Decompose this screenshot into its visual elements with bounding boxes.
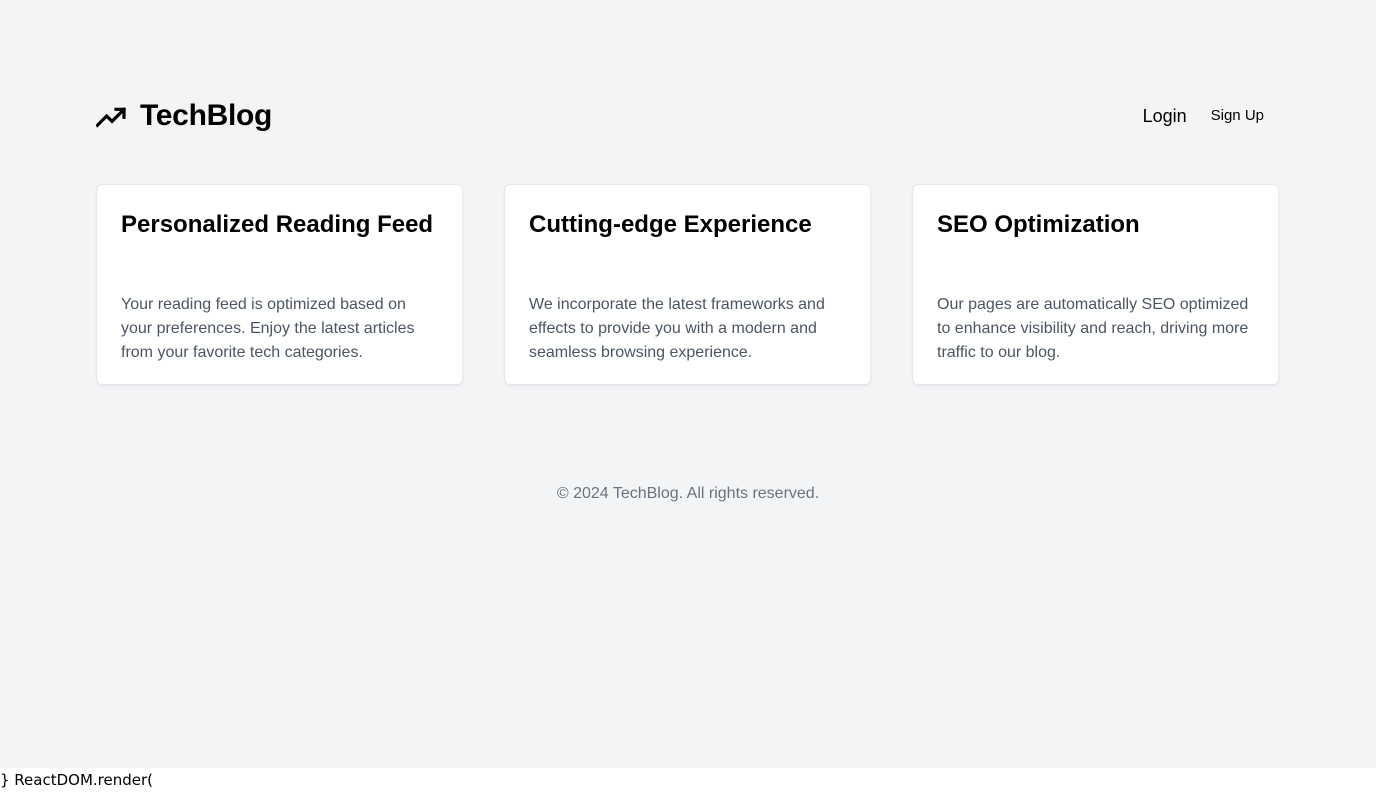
feature-card-title: Cutting-edge Experience [529, 211, 812, 238]
feature-card-description: We incorporate the latest frameworks and… [529, 296, 825, 361]
brand-link[interactable]: TechBlog [96, 96, 272, 136]
feature-cards: Personalized Reading Feed Your reading f… [96, 184, 1280, 385]
feature-card-seo: SEO Optimization Our pages are automatic… [912, 184, 1279, 385]
site-footer: © 2024 TechBlog. All rights reserved. [0, 482, 1376, 506]
header-nav: Login Sign Up [1143, 104, 1264, 128]
login-button[interactable]: Login [1143, 104, 1187, 128]
raw-code-text: } ReactDOM.render( [0, 771, 154, 789]
signup-button[interactable]: Sign Up [1211, 104, 1264, 128]
feature-card-title: Personalized Reading Feed [121, 211, 434, 238]
site-header: TechBlog Login Sign Up [96, 96, 1280, 136]
brand-title: TechBlog [140, 99, 273, 132]
trending-up-icon [96, 107, 127, 128]
copyright-text: © 2024 TechBlog. All rights reserved. [556, 485, 820, 502]
feature-card-title: SEO Optimization [937, 211, 1140, 238]
feature-card-cutting-edge: Cutting-edge Experience We incorporate t… [504, 184, 871, 385]
feature-card-description: Our pages are automatically SEO optimize… [937, 296, 1249, 361]
feature-card-personalized-feed: Personalized Reading Feed Your reading f… [96, 184, 463, 385]
feature-card-description: Your reading feed is optimized based on … [121, 296, 415, 361]
app-root: TechBlog Login Sign Up Personalized Read… [0, 0, 1376, 768]
